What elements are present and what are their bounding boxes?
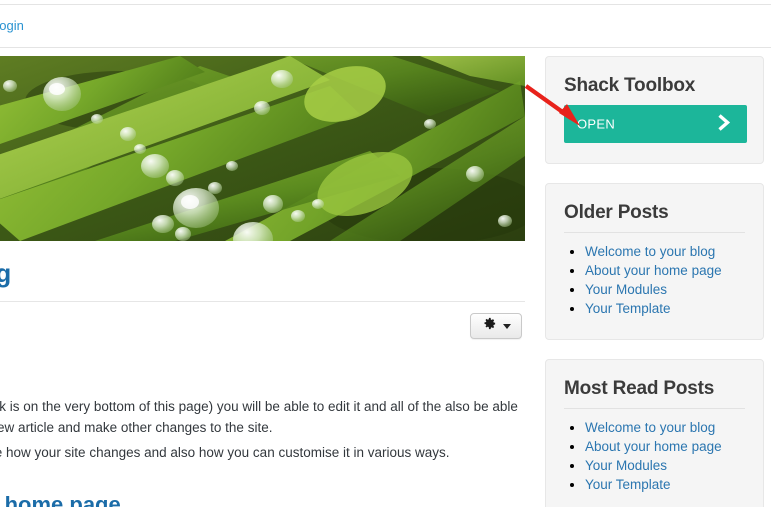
module-title-older-posts: Older Posts [564, 202, 669, 223]
module-shack-toolbox: Shack Toolbox OPEN [545, 56, 764, 164]
list-item[interactable]: About your home page [585, 262, 745, 281]
page-root: Login [0, 0, 771, 507]
list-item[interactable]: Your Modules [585, 281, 745, 300]
article-title: r blog [0, 258, 12, 288]
module-title-shack-toolbox: Shack Toolbox [564, 75, 696, 96]
module-most-read-posts: Most Read Posts Welcome to your blog Abo… [545, 359, 764, 507]
main-content-column [0, 56, 525, 241]
older-posts-list: Welcome to your blog About your home pag… [564, 243, 745, 319]
chevron-down-icon [502, 323, 511, 329]
article-paragraph-1: thor Login link is on the very bottom of… [0, 399, 518, 435]
article-bottom-heading: Your home page [0, 492, 121, 507]
list-item[interactable]: Your Template [585, 476, 745, 495]
older-post-link-4[interactable]: Your Template [585, 301, 671, 316]
chevron-right-icon [716, 113, 733, 135]
article-paragraph-2: s you will see how your site changes and… [0, 445, 450, 460]
list-item[interactable]: Welcome to your blog [585, 243, 745, 262]
most-read-post-link-1[interactable]: Welcome to your blog [585, 420, 715, 435]
older-post-link-3[interactable]: Your Modules [585, 282, 667, 297]
list-item[interactable]: Your Template [585, 300, 745, 319]
most-read-post-link-3[interactable]: Your Modules [585, 458, 667, 473]
login-link[interactable]: Login [0, 18, 24, 33]
list-item[interactable]: Welcome to your blog [585, 419, 745, 438]
module-older-posts: Older Posts Welcome to your blog About y… [545, 183, 764, 340]
sidebar: Shack Toolbox OPEN Older Posts Welcome t… [545, 56, 764, 507]
most-read-posts-list: Welcome to your blog About your home pag… [564, 419, 745, 495]
module-divider [564, 232, 745, 233]
hero-image [0, 56, 525, 241]
top-divider-upper [0, 4, 771, 5]
grass-droplets-illustration [0, 56, 525, 241]
top-divider-lower [0, 47, 771, 48]
shack-toolbox-open-button[interactable]: OPEN [564, 105, 747, 143]
list-item[interactable]: Your Modules [585, 457, 745, 476]
older-post-link-2[interactable]: About your home page [585, 263, 722, 278]
article-title-divider [0, 301, 525, 302]
gear-icon [482, 316, 497, 336]
older-post-link-1[interactable]: Welcome to your blog [585, 244, 715, 259]
most-read-post-link-4[interactable]: Your Template [585, 477, 671, 492]
open-button-label: OPEN [577, 116, 616, 132]
module-title-most-read-posts: Most Read Posts [564, 378, 715, 399]
module-divider [564, 408, 745, 409]
list-item[interactable]: About your home page [585, 438, 745, 457]
most-read-post-link-2[interactable]: About your home page [585, 439, 722, 454]
article-options-button[interactable] [470, 313, 522, 339]
